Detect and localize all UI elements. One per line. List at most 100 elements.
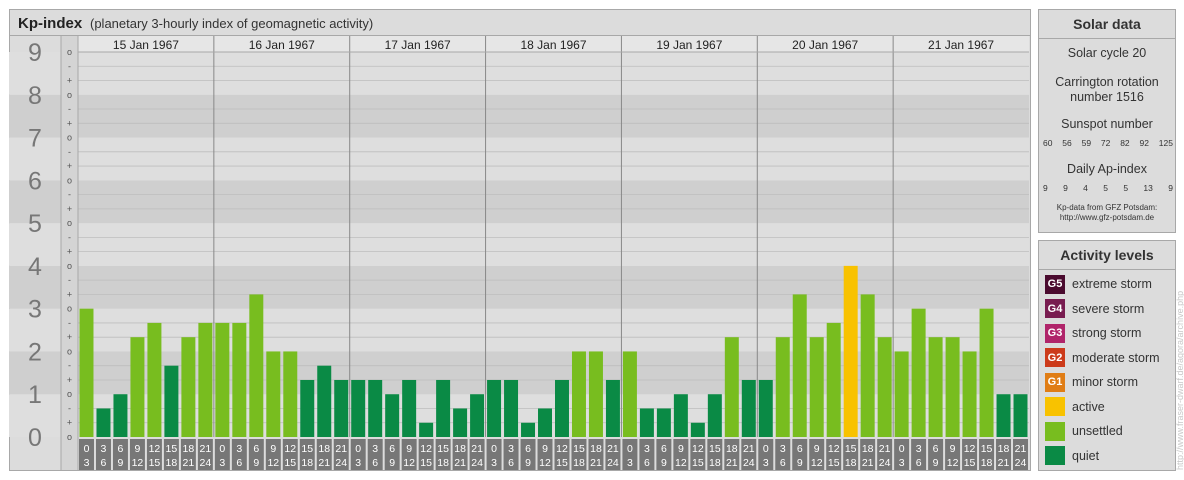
band-3 <box>78 265 1029 309</box>
source-line2: http://www.gfz-potsdam.de <box>1059 213 1155 222</box>
kp-bar <box>283 351 298 437</box>
kp-bar <box>198 322 213 437</box>
interval-end-label: 21 <box>318 457 330 469</box>
interval-start-label: 6 <box>933 443 939 455</box>
minor-tick-label: + <box>67 418 72 428</box>
y-tick-label: 3 <box>28 296 42 324</box>
kp-bar <box>436 379 451 437</box>
interval-start-label: 12 <box>556 443 568 455</box>
kp-bar <box>877 337 892 437</box>
interval-end-label: 3 <box>763 457 769 469</box>
kp-bar <box>588 351 603 437</box>
kp-bar <box>945 337 960 437</box>
activity-levels-title: Activity levels <box>1060 247 1154 263</box>
kp-bar <box>130 337 145 437</box>
minor-tick-label: - <box>68 190 71 200</box>
interval-start-label: 9 <box>950 443 956 455</box>
interval-start-label: 21 <box>743 443 755 455</box>
kp-bar <box>894 351 909 437</box>
minor-tick-label: - <box>68 275 71 285</box>
kp-bar <box>300 379 315 437</box>
solar-data-panel: Solar data Solar cycle 20 Carrington rot… <box>1038 9 1176 233</box>
interval-end-label: 6 <box>236 457 242 469</box>
kp-bar <box>419 422 434 437</box>
interval-end-label: 6 <box>101 457 107 469</box>
interval-end-label: 24 <box>471 457 483 469</box>
band-5 <box>78 180 1029 224</box>
interval-end-label: 24 <box>607 457 619 469</box>
interval-start-label: 15 <box>166 443 178 455</box>
kp-bar <box>79 308 94 437</box>
kp-bar <box>453 408 468 437</box>
kp-bar <box>639 408 654 437</box>
kp-bar <box>860 294 875 437</box>
kp-bar <box>843 265 858 437</box>
interval-end-label: 24 <box>879 457 891 469</box>
kp-bar <box>555 379 569 437</box>
day-label: 20 Jan 1967 <box>792 38 858 52</box>
minor-tick-label: + <box>67 76 72 86</box>
carrington-line1: Carrington rotation <box>1055 75 1159 89</box>
legend-swatch <box>1045 421 1065 441</box>
interval-start-label: 12 <box>284 443 296 455</box>
interval-start-label: 18 <box>454 443 466 455</box>
interval-start-label: 0 <box>491 443 497 455</box>
interval-end-label: 12 <box>403 457 415 469</box>
interval-start-label: 3 <box>101 443 107 455</box>
interval-start-label: 21 <box>471 443 483 455</box>
interval-start-label: 15 <box>845 443 857 455</box>
interval-end-label: 18 <box>981 457 993 469</box>
interval-end-label: 6 <box>372 457 378 469</box>
interval-end-label: 18 <box>573 457 585 469</box>
minor-tick-label: o <box>67 432 72 442</box>
interval-end-label: 9 <box>661 457 667 469</box>
interval-end-label: 15 <box>828 457 840 469</box>
watermark: http://www.fraser-dwarf.de/agora/archive… <box>1175 290 1184 470</box>
interval-start-label: 15 <box>301 443 313 455</box>
interval-start-label: 21 <box>335 443 347 455</box>
interval-start-label: 6 <box>797 443 803 455</box>
minor-tick-label: o <box>67 304 72 314</box>
kp-bar <box>928 337 943 437</box>
band-6 <box>78 137 1029 181</box>
interval-start-label: 21 <box>607 443 619 455</box>
interval-start-label: 9 <box>678 443 684 455</box>
interval-start-label: 6 <box>525 443 531 455</box>
minor-tick-label: - <box>68 104 71 114</box>
y-tick-label: 1 <box>28 381 42 409</box>
interval-end-label: 3 <box>899 457 905 469</box>
legend-label: strong storm <box>1072 326 1142 340</box>
y-tick-label: 6 <box>28 167 42 195</box>
ap-value-2: 4 <box>1083 183 1088 193</box>
kp-bar <box>690 422 705 437</box>
interval-end-label: 6 <box>916 457 922 469</box>
minor-tick-label: o <box>67 218 72 228</box>
legend-swatch: G1 <box>1045 372 1065 392</box>
kp-bar <box>538 408 552 437</box>
minor-tick-label: - <box>68 403 71 413</box>
kp-bar <box>487 379 502 437</box>
activity-levels-panel: Activity levels G5 extreme storm G4 severe … <box>1038 240 1176 471</box>
interval-start-label: 12 <box>420 443 432 455</box>
band-7 <box>78 94 1029 138</box>
kp-bar <box>504 379 519 437</box>
legend-item-unsettled: unsettled <box>1045 421 1123 441</box>
kp-bar <box>232 322 247 437</box>
minor-tick-label: o <box>67 47 72 57</box>
interval-end-label: 18 <box>437 457 449 469</box>
ap-values: 9 9 4 5 5 13 9 <box>1043 183 1173 193</box>
kp-bar <box>996 394 1011 437</box>
legend-item-extreme-storm: G5 extreme storm <box>1045 274 1152 294</box>
kp-bar <box>334 379 349 437</box>
interval-end-label: 15 <box>692 457 704 469</box>
minor-tick-label: + <box>67 289 72 299</box>
sunspot-value-4: 82 <box>1120 138 1130 148</box>
legend-swatch <box>1045 397 1065 416</box>
interval-start-label: 12 <box>149 443 161 455</box>
interval-end-label: 18 <box>845 457 857 469</box>
kp-bar <box>792 294 807 437</box>
source-line1: Kp-data from GFZ Potsdam: <box>1056 203 1158 212</box>
day-label: 19 Jan 1967 <box>656 38 722 52</box>
interval-end-label: 21 <box>862 457 874 469</box>
kp-bar <box>809 337 824 437</box>
